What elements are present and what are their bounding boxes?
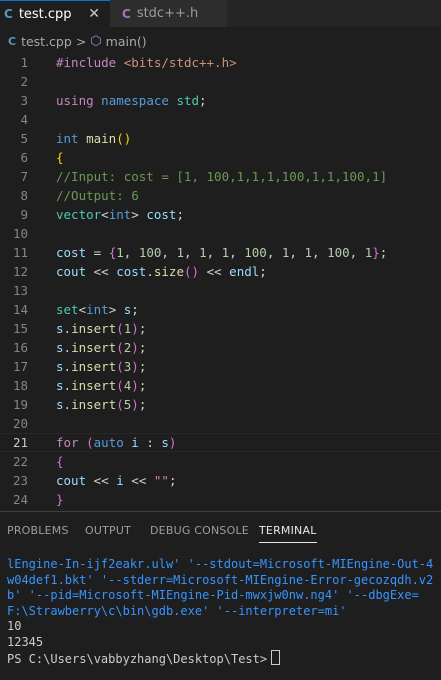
code-text: cout << cost.size() << endl; — [56, 264, 267, 279]
code-line[interactable]: 18 s.insert(4); — [0, 376, 441, 395]
tab-test-cpp[interactable]: C test.cpp ✕ — [0, 0, 110, 27]
line-number: 9 — [20, 207, 28, 222]
line-number: 17 — [12, 359, 28, 374]
code-text: int main() — [56, 131, 132, 146]
breadcrumb-file[interactable]: test.cpp — [21, 34, 72, 49]
code-line-current[interactable]: 21 for (auto i : s) — [0, 433, 441, 452]
line-number: 12 — [12, 264, 28, 279]
cpp-file-icon: C — [4, 7, 13, 21]
code-line[interactable]: 3 using namespace std; — [0, 91, 441, 110]
line-number: 24 — [12, 492, 28, 507]
code-line[interactable]: 20 — [0, 414, 441, 433]
line-number: 5 — [20, 131, 28, 146]
code-text: //Output: 6 — [56, 188, 139, 203]
code-line[interactable]: 23 cout << i << ""; — [0, 471, 441, 490]
code-text: cost = {1, 100, 1, 1, 1, 100, 1, 1, 100,… — [56, 245, 388, 260]
code-line[interactable]: 19 s.insert(5); — [0, 395, 441, 414]
terminal-cursor — [271, 650, 281, 665]
terminal-output[interactable]: lEngine-In-ijf2eakr.ulw' '--stdout=Micro… — [7, 557, 437, 668]
line-number: 18 — [12, 378, 28, 393]
code-text: vector<int> cost; — [56, 207, 184, 222]
code-text: { — [56, 150, 64, 165]
terminal-output-line: 10 — [7, 619, 22, 633]
code-text: set<int> s; — [56, 302, 139, 317]
breadcrumb-symbol[interactable]: main() — [106, 34, 147, 49]
line-number: 10 — [12, 226, 28, 241]
code-text: { — [56, 454, 64, 469]
line-number: 16 — [12, 340, 28, 355]
line-number: 6 — [20, 150, 28, 165]
active-tab-underline — [259, 542, 317, 543]
header-file-icon: C — [122, 6, 131, 21]
terminal-prompt-line[interactable]: PS C:\Users\vabbyzhang\Desktop\Test> — [7, 650, 437, 668]
line-number: 23 — [12, 473, 28, 488]
line-number: 14 — [12, 302, 28, 317]
code-text: s.insert(5); — [56, 397, 147, 412]
code-line[interactable]: 17 s.insert(3); — [0, 357, 441, 376]
tab-problems[interactable]: PROBLEMS — [7, 524, 69, 537]
code-text: s.insert(3); — [56, 359, 147, 374]
code-editor[interactable]: 1 #include <bits/stdc++.h> 2 3 using names… — [0, 51, 441, 511]
breadcrumb: C test.cpp > ⬡ main() — [0, 31, 441, 51]
code-text: using namespace std; — [56, 93, 207, 108]
code-line[interactable]: 24} — [0, 490, 441, 509]
code-text: s.insert(4); — [56, 378, 147, 393]
code-line[interactable]: 13 — [0, 281, 441, 300]
code-line[interactable]: 11 cost = {1, 100, 1, 1, 1, 100, 1, 1, 10… — [0, 243, 441, 262]
tab-output[interactable]: OUTPUT — [85, 524, 131, 537]
line-number: 11 — [12, 245, 28, 260]
code-text: //Input: cost = [1, 100,1,1,1,100,1,1,10… — [56, 169, 388, 184]
editor-tab-bar: C test.cpp ✕ C stdc++.h — [0, 0, 441, 27]
terminal-output-line: 12345 — [7, 634, 44, 649]
code-line[interactable]: 2 — [0, 72, 441, 91]
code-line[interactable]: 16 s.insert(2); — [0, 338, 441, 357]
terminal-prompt: PS C:\Users\vabbyzhang\Desktop\Test> — [7, 652, 268, 666]
code-line[interactable]: 22 { — [0, 452, 441, 471]
tab-terminal-label: TERMINAL — [259, 524, 317, 537]
code-line[interactable]: 5 int main() — [0, 129, 441, 148]
code-line[interactable]: 9 vector<int> cost; — [0, 205, 441, 224]
code-text: } — [56, 492, 64, 507]
code-line[interactable]: 14 set<int> s; — [0, 300, 441, 319]
code-text: s.insert(2); — [56, 340, 147, 355]
code-text: #include <bits/stdc++.h> — [56, 55, 237, 70]
code-line[interactable]: 1 #include <bits/stdc++.h> — [0, 53, 441, 72]
tab-terminal[interactable]: TERMINAL — [259, 524, 317, 543]
code-line[interactable]: 8 //Output: 6 — [0, 186, 441, 205]
line-number: 4 — [20, 112, 28, 127]
chevron-right-icon: > — [75, 33, 87, 49]
code-text: s.insert(1); — [56, 321, 147, 336]
panel-tabs: PROBLEMS OUTPUT DEBUG CONSOLE TERMINAL — [0, 512, 441, 548]
code-line[interactable]: 7 //Input: cost = [1, 100,1,1,1,100,1,1,1… — [0, 167, 441, 186]
code-text: for (auto i : s) — [56, 435, 177, 450]
bottom-panel: PROBLEMS OUTPUT DEBUG CONSOLE TERMINAL l… — [0, 511, 441, 680]
tab-label: stdc++.h — [136, 6, 199, 21]
cpp-file-icon: C — [8, 34, 17, 48]
cube-icon: ⬡ — [90, 33, 102, 49]
code-line[interactable]: 4 — [0, 110, 441, 129]
line-number: 21 — [12, 435, 28, 450]
line-number: 19 — [12, 397, 28, 412]
code-line[interactable]: 12 cout << cost.size() << endl; — [0, 262, 441, 281]
code-line[interactable]: 15 s.insert(1); — [0, 319, 441, 338]
line-number: 1 — [20, 55, 28, 70]
line-number: 13 — [12, 283, 28, 298]
close-icon[interactable]: ✕ — [88, 6, 100, 22]
tab-stdc-h[interactable]: C stdc++.h — [110, 0, 228, 27]
terminal-command: lEngine-In-ijf2eakr.ulw' '--stdout=Micro… — [7, 557, 434, 618]
line-number: 22 — [12, 454, 28, 469]
line-number: 8 — [20, 188, 28, 203]
tab-label: test.cpp — [18, 6, 72, 22]
line-number: 15 — [12, 321, 28, 336]
code-text: cout << i << ""; — [56, 473, 177, 488]
code-line[interactable]: 6{ — [0, 148, 441, 167]
line-number: 20 — [12, 416, 28, 431]
line-number: 3 — [20, 93, 28, 108]
line-number: 7 — [20, 169, 28, 184]
tab-debug-console[interactable]: DEBUG CONSOLE — [150, 524, 249, 537]
code-line[interactable]: 10 — [0, 224, 441, 243]
line-number: 2 — [20, 74, 28, 89]
